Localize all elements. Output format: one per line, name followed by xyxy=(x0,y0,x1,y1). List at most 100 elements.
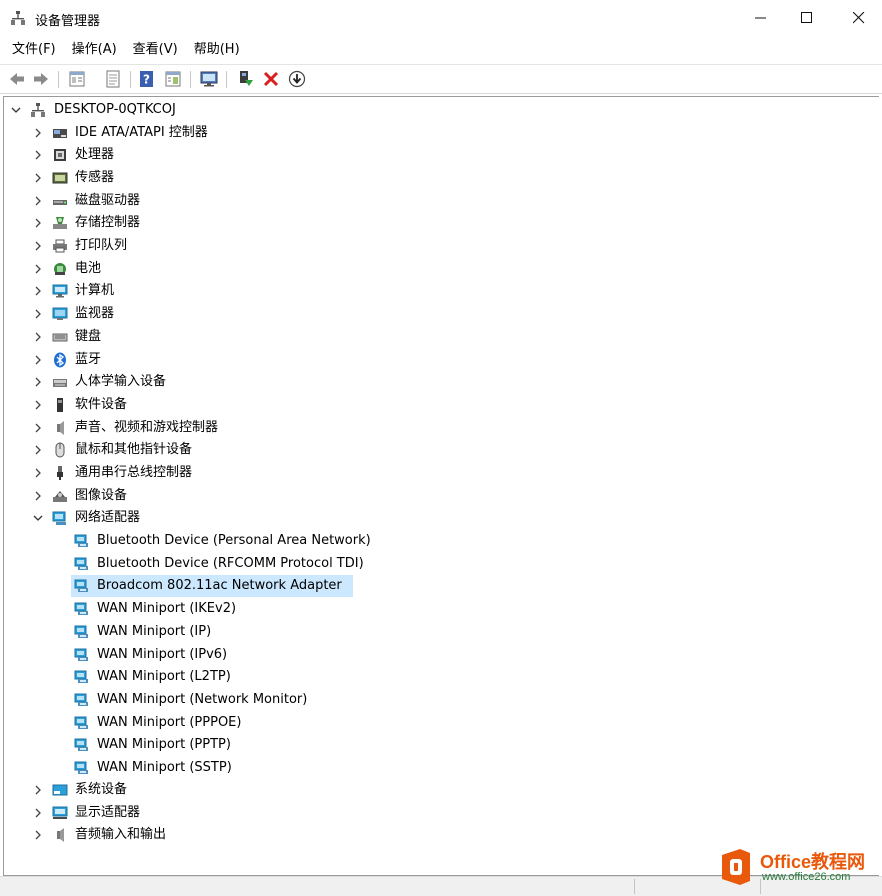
battery-icon xyxy=(52,261,68,277)
network-adapter-icon xyxy=(74,669,90,685)
tree-category[interactable]: 传感器 xyxy=(4,167,879,189)
forward-arrow-icon[interactable] xyxy=(32,70,50,88)
chevron-down-icon[interactable] xyxy=(10,104,22,116)
chevron-right-icon[interactable] xyxy=(32,784,44,796)
tree-category[interactable]: 磁盘驱动器 xyxy=(4,190,879,212)
tree-category-label: 键盘 xyxy=(75,329,102,344)
tree-category[interactable]: 键盘 xyxy=(4,326,879,348)
properties-icon[interactable] xyxy=(68,70,86,88)
chevron-down-icon[interactable] xyxy=(32,512,44,524)
uninstall-icon[interactable] xyxy=(262,70,280,88)
watermark: Office教程网 www.office26.com xyxy=(716,845,882,891)
tree-category[interactable]: 声音、视频和游戏控制器 xyxy=(4,417,879,439)
tree-category[interactable]: 计算机 xyxy=(4,280,879,302)
chevron-right-icon[interactable] xyxy=(32,331,44,343)
tree-category[interactable]: 图像设备 xyxy=(4,485,879,507)
network-adapter-label: WAN Miniport (SSTP) xyxy=(97,760,232,775)
tree-category[interactable]: 显示适配器 xyxy=(4,802,879,824)
tree-root[interactable]: DESKTOP-0QTKCOJ xyxy=(4,99,879,121)
minimize-button[interactable] xyxy=(738,0,784,36)
tree-category-label: 软件设备 xyxy=(75,397,128,412)
maximize-icon xyxy=(801,12,812,23)
chevron-right-icon[interactable] xyxy=(32,195,44,207)
help-icon[interactable]: ? xyxy=(138,70,156,88)
scan-hardware-icon[interactable] xyxy=(200,70,218,88)
network-adapter-item[interactable]: WAN Miniport (PPPOE) xyxy=(4,712,879,734)
menu-help[interactable]: 帮助(H) xyxy=(186,38,248,62)
minimize-icon xyxy=(755,17,766,19)
watermark-url: www.office26.com xyxy=(762,871,851,883)
audio-io-icon xyxy=(52,827,68,843)
network-adapter-item[interactable]: Bluetooth Device (RFCOMM Protocol TDI) xyxy=(4,553,879,575)
maximize-button[interactable] xyxy=(784,0,830,36)
chevron-right-icon[interactable] xyxy=(32,172,44,184)
chevron-right-icon[interactable] xyxy=(32,807,44,819)
chevron-right-icon[interactable] xyxy=(32,444,44,456)
tree-category-label: 计算机 xyxy=(75,283,115,298)
close-icon xyxy=(853,12,865,24)
hid-icon xyxy=(52,374,68,390)
chevron-right-icon[interactable] xyxy=(32,263,44,275)
device-tree[interactable]: DESKTOP-0QTKCOJ IDE ATA/ATAPI 控制器 处理器 传感器磁… xyxy=(3,96,879,876)
chevron-right-icon[interactable] xyxy=(32,149,44,161)
network-adapter-item[interactable]: WAN Miniport (IKEv2) xyxy=(4,598,879,620)
network-adapter-item[interactable]: WAN Miniport (IP) xyxy=(4,621,879,643)
tree-category[interactable]: 通用串行总线控制器 xyxy=(4,462,879,484)
tree-category[interactable]: 电池 xyxy=(4,258,879,280)
tree-category[interactable]: 处理器 xyxy=(4,144,879,166)
network-adapter-item[interactable]: WAN Miniport (Network Monitor) xyxy=(4,689,879,711)
network-adapter-icon xyxy=(74,556,90,572)
network-adapter-item-selected[interactable]: Broadcom 802.11ac Network Adapter xyxy=(4,575,879,597)
device-manager-icon xyxy=(10,10,26,26)
back-arrow-icon[interactable] xyxy=(8,70,26,88)
tree-category[interactable]: 系统设备 xyxy=(4,779,879,801)
tree-category[interactable]: IDE ATA/ATAPI 控制器 xyxy=(4,122,879,144)
tree-category-network-adapters[interactable]: 网络适配器 xyxy=(4,507,879,529)
network-adapter-item[interactable]: Bluetooth Device (Personal Area Network) xyxy=(4,530,879,552)
usb-icon xyxy=(52,465,68,481)
menu-view[interactable]: 查看(V) xyxy=(125,38,186,62)
network-adapter-item[interactable]: WAN Miniport (L2TP) xyxy=(4,666,879,688)
network-adapter-label: WAN Miniport (PPTP) xyxy=(97,737,231,752)
network-adapter-item[interactable]: WAN Miniport (PPTP) xyxy=(4,734,879,756)
chevron-right-icon[interactable] xyxy=(32,422,44,434)
view-icon[interactable] xyxy=(164,70,182,88)
tree-category[interactable]: 蓝牙 xyxy=(4,349,879,371)
chevron-right-icon[interactable] xyxy=(32,217,44,229)
chevron-right-icon[interactable] xyxy=(32,240,44,252)
tree-category-label: 鼠标和其他指针设备 xyxy=(75,442,193,457)
chevron-right-icon[interactable] xyxy=(32,399,44,411)
tree-category[interactable]: 打印队列 xyxy=(4,235,879,257)
menu-action[interactable]: 操作(A) xyxy=(64,38,125,62)
update-driver-icon[interactable] xyxy=(104,70,122,88)
chevron-right-icon[interactable] xyxy=(32,467,44,479)
chevron-right-icon[interactable] xyxy=(32,829,44,841)
network-adapter-label: WAN Miniport (IPv6) xyxy=(97,647,228,662)
close-button[interactable] xyxy=(836,0,882,36)
menu-file[interactable]: 文件(F) xyxy=(0,38,64,62)
tree-category[interactable]: 鼠标和其他指针设备 xyxy=(4,439,879,461)
enable-device-icon[interactable] xyxy=(236,70,254,88)
menu-bar: 文件(F) 操作(A) 查看(V) 帮助(H) xyxy=(0,38,248,62)
network-adapter-item[interactable]: WAN Miniport (SSTP) xyxy=(4,757,879,779)
tree-category[interactable]: 人体学输入设备 xyxy=(4,371,879,393)
chevron-right-icon[interactable] xyxy=(32,490,44,502)
chevron-right-icon[interactable] xyxy=(32,354,44,366)
download-icon[interactable] xyxy=(288,70,306,88)
network-adapter-item[interactable]: WAN Miniport (IPv6) xyxy=(4,644,879,666)
network-adapter-label: Bluetooth Device (RFCOMM Protocol TDI) xyxy=(97,556,364,571)
toolbar: ? xyxy=(0,64,882,94)
office-logo-icon xyxy=(716,847,756,887)
chevron-right-icon[interactable] xyxy=(32,285,44,297)
network-adapter-icon xyxy=(74,624,90,640)
tree-category-label: 监视器 xyxy=(75,306,115,321)
title-bar: 设备管理器 xyxy=(0,0,882,36)
software-device-icon xyxy=(52,397,68,413)
tree-category[interactable]: 软件设备 xyxy=(4,394,879,416)
tree-category[interactable]: 监视器 xyxy=(4,303,879,325)
tree-category[interactable]: 存储控制器 xyxy=(4,212,879,234)
chevron-right-icon[interactable] xyxy=(32,127,44,139)
chevron-right-icon[interactable] xyxy=(32,376,44,388)
chevron-right-icon[interactable] xyxy=(32,308,44,320)
tree-category[interactable]: 音频输入和输出 xyxy=(4,824,879,846)
